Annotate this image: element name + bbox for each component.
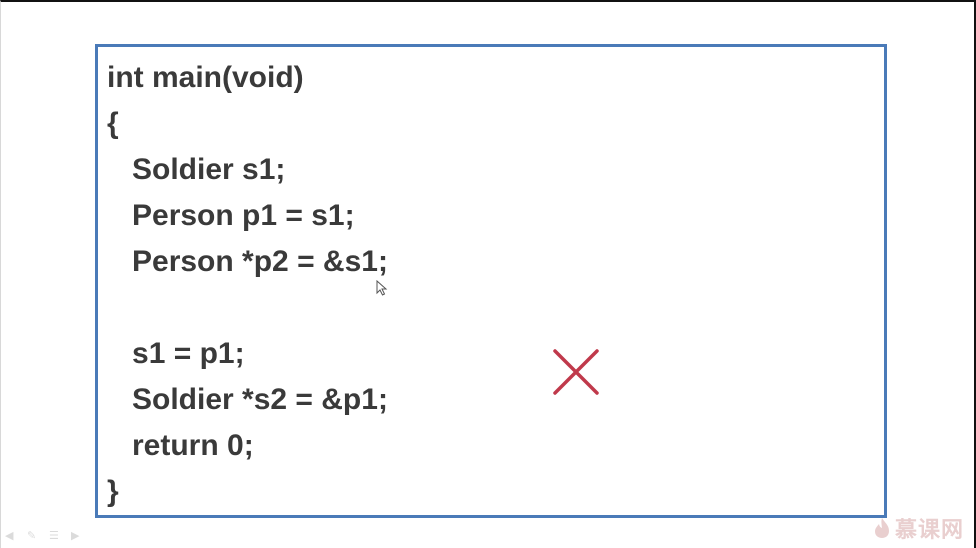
prev-icon[interactable]: ◀ (5, 530, 19, 542)
code-line: int main(void) (107, 61, 304, 94)
pen-icon[interactable]: ✎ (27, 530, 41, 542)
watermark: 慕课网 (873, 512, 964, 544)
code-line: return 0; (107, 429, 254, 462)
cross-icon (553, 349, 599, 395)
code-line: Soldier *s2 = &p1; (107, 383, 388, 416)
next-icon[interactable]: ▶ (71, 530, 85, 542)
slide: int main(void) { Soldier s1; Person p1 =… (0, 0, 976, 548)
code-line: s1 = p1; (107, 337, 245, 370)
menu-icon[interactable]: ☰ (49, 530, 63, 542)
code-line: } (107, 475, 119, 508)
code-box: int main(void) { Soldier s1; Person p1 =… (95, 44, 887, 518)
watermark-text: 慕课网 (894, 518, 964, 543)
code-line: Soldier s1; (107, 153, 286, 186)
code-line: Person *p2 = &s1; (107, 245, 388, 278)
code-line: { (107, 107, 119, 140)
flame-logo-icon (874, 518, 889, 538)
mouse-cursor-icon (376, 280, 388, 296)
player-controls: ◀ ✎ ☰ ▶ (5, 530, 85, 542)
code-line: Person p1 = s1; (107, 199, 355, 232)
